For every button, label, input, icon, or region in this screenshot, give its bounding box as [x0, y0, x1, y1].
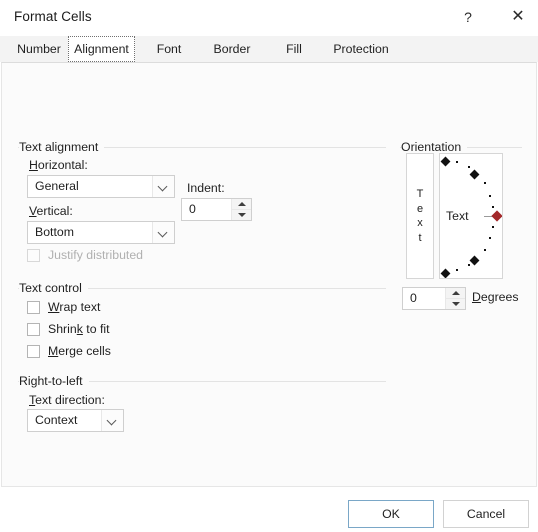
close-icon[interactable]: ✕: [503, 3, 533, 31]
text-direction-label: Text direction:: [29, 393, 105, 407]
dial-tick: [489, 195, 491, 197]
right-to-left-group-label: Right-to-left: [19, 374, 89, 388]
tab-strip: Number Alignment Font Border Fill Protec…: [0, 36, 538, 62]
dial-tick: [468, 264, 470, 266]
degrees-stepper[interactable]: 0: [402, 287, 466, 310]
degrees-value: 0: [410, 291, 417, 305]
dial-tick: [456, 161, 458, 163]
indent-decrement-button[interactable]: [232, 210, 251, 220]
degrees-decrement-button[interactable]: [446, 299, 465, 309]
indent-label: Indent:: [187, 181, 225, 195]
orientation-dial[interactable]: Text: [439, 153, 503, 279]
text-direction-select[interactable]: Context: [27, 409, 124, 432]
vertical-text-label: Text: [416, 188, 424, 244]
ok-button[interactable]: OK: [348, 500, 434, 528]
dial-tick: [468, 166, 470, 168]
dial-tick: [456, 269, 458, 271]
dial-marker-m45[interactable]: [469, 255, 480, 266]
chevron-down-icon[interactable]: [152, 176, 174, 197]
merge-cells-label: Merge cells: [48, 344, 111, 358]
dial-marker-m90[interactable]: [440, 268, 451, 278]
dial-marker-90[interactable]: [440, 156, 451, 167]
dial-tick: [489, 237, 491, 239]
tab-font[interactable]: Font: [145, 36, 193, 62]
tab-content-panel: Text alignment Horizontal: General Inden…: [1, 62, 537, 487]
format-cells-dialog: Format Cells ? ✕ Number Alignment Font B…: [0, 0, 538, 532]
indent-value: 0: [189, 202, 196, 216]
tab-border[interactable]: Border: [203, 36, 261, 62]
indent-stepper[interactable]: 0: [181, 198, 252, 221]
help-icon[interactable]: ?: [453, 3, 483, 31]
tab-alignment[interactable]: Alignment: [68, 36, 135, 62]
shrink-to-fit-checkbox-box[interactable]: [27, 323, 40, 336]
text-alignment-group-label: Text alignment: [19, 140, 105, 154]
justify-distributed-label: Justify distributed: [48, 248, 144, 262]
degrees-spin-buttons: [445, 288, 465, 309]
dial-marker-45[interactable]: [469, 169, 480, 180]
orientation-group-label: Orientation: [401, 140, 468, 154]
dial-tick: [492, 226, 494, 228]
vertical-alignment-value: Bottom: [35, 225, 74, 239]
title-bar: Format Cells ? ✕: [0, 0, 538, 34]
shrink-to-fit-label: Shrink to fit: [48, 322, 110, 336]
text-direction-value: Context: [35, 413, 78, 427]
dial-handle[interactable]: [491, 210, 502, 222]
vertical-label: Vertical:: [29, 204, 73, 218]
cancel-button[interactable]: Cancel: [443, 500, 529, 528]
text-control-group-label: Text control: [19, 281, 88, 295]
degrees-label: Degrees: [472, 290, 519, 304]
indent-spin-buttons: [231, 199, 251, 220]
wrap-text-label: Wrap text: [48, 300, 101, 314]
horizontal-alignment-select[interactable]: General: [27, 175, 175, 198]
tab-number[interactable]: Number: [10, 36, 68, 62]
dial-tick: [484, 249, 486, 251]
dial-tick: [484, 182, 486, 184]
indent-increment-button[interactable]: [232, 199, 251, 210]
chevron-down-icon[interactable]: [101, 410, 123, 431]
horizontal-label: Horizontal:: [29, 158, 88, 172]
horizontal-alignment-value: General: [35, 179, 79, 193]
dial-text-label: Text: [446, 209, 469, 223]
dialog-title: Format Cells: [14, 9, 92, 24]
dial-tick: [492, 206, 494, 208]
merge-cells-checkbox-box[interactable]: [27, 345, 40, 358]
tab-protection[interactable]: Protection: [324, 36, 398, 62]
justify-distributed-checkbox-box: [27, 249, 40, 262]
vertical-alignment-select[interactable]: Bottom: [27, 221, 175, 244]
vertical-text-orientation-button[interactable]: Text: [406, 153, 434, 279]
chevron-down-icon[interactable]: [152, 222, 174, 243]
wrap-text-checkbox-box[interactable]: [27, 301, 40, 314]
degrees-increment-button[interactable]: [446, 288, 465, 299]
tab-fill[interactable]: Fill: [271, 36, 317, 62]
